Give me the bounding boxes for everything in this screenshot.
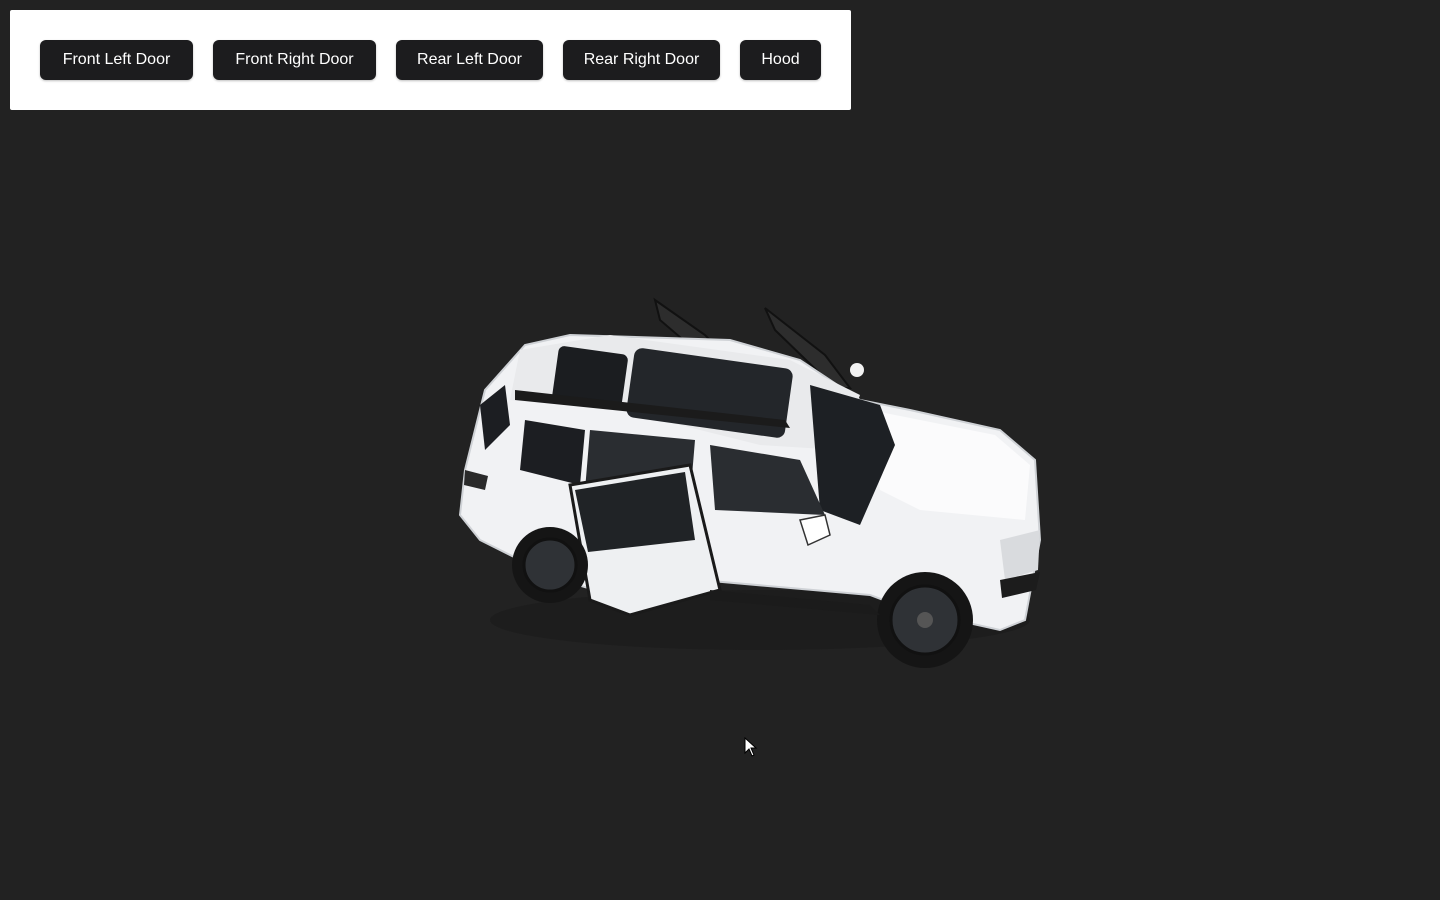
front-left-door-button[interactable]: Front Left Door	[40, 40, 193, 80]
3d-viewport-canvas[interactable]	[0, 120, 1440, 900]
rear-left-door-button[interactable]: Rear Left Door	[396, 40, 543, 80]
car-model[interactable]	[440, 290, 1060, 670]
rear-right-door-button[interactable]: Rear Right Door	[563, 40, 720, 80]
hood-button[interactable]: Hood	[740, 40, 821, 80]
pointer-arrow-icon	[744, 737, 758, 757]
toolbar-panel: Front Left Door Front Right Door Rear Le…	[10, 10, 851, 110]
front-right-door-button[interactable]: Front Right Door	[213, 40, 376, 80]
